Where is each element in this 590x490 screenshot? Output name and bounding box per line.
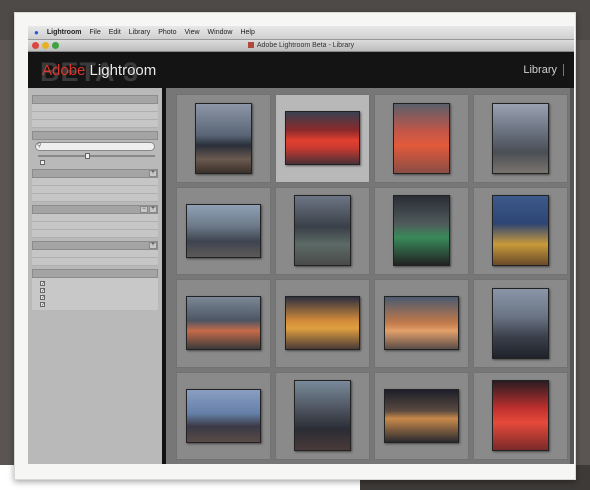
photo-thumbnail[interactable] — [384, 388, 459, 443]
menu-view[interactable]: View — [185, 29, 200, 36]
add-icon[interactable]: + — [149, 170, 157, 177]
filter-checkbox[interactable]: ✓ — [40, 281, 45, 287]
grid-cell[interactable] — [275, 279, 370, 368]
window-title-text: Adobe Lightroom Beta - Library — [256, 42, 355, 49]
photo-thumbnail[interactable] — [392, 102, 451, 174]
panel-header-search[interactable] — [32, 131, 158, 140]
menu-window[interactable]: Window — [208, 29, 233, 36]
grid-cell[interactable] — [176, 186, 271, 275]
photo-thumbnail[interactable] — [384, 296, 459, 351]
filter-option: ✓ — [32, 287, 158, 294]
library-row[interactable] — [32, 120, 158, 128]
photo-thumbnail[interactable] — [293, 380, 352, 452]
lightroom-identity-bar: BETA 3 Adobe Lightroom Library — [28, 52, 574, 88]
filter-checkbox[interactable]: ✓ — [40, 302, 45, 308]
filter-checkbox[interactable]: ✓ — [40, 288, 45, 294]
add-icon[interactable]: + — [149, 206, 157, 213]
remove-icon[interactable]: − — [140, 206, 148, 213]
filter-option: ✓ — [32, 294, 158, 301]
grid-cell[interactable] — [176, 371, 271, 460]
brand-prefix: Adobe — [42, 61, 86, 79]
collection-row[interactable] — [32, 230, 158, 238]
menu-photo[interactable]: Photo — [158, 29, 176, 36]
collection-row[interactable] — [32, 214, 158, 222]
shoot-row[interactable] — [32, 194, 158, 202]
apple-menu-icon[interactable]: ● — [34, 28, 39, 37]
rating-slider[interactable] — [38, 153, 155, 159]
grid-cell[interactable] — [473, 371, 568, 460]
thumbnail-grid — [166, 88, 574, 464]
filter-option: ✓ — [32, 280, 158, 287]
menu-library[interactable]: Library — [129, 29, 150, 36]
main-content: ⚲ + − + + ✓ ✓ ✓ ✓ — [28, 88, 574, 464]
shoot-row[interactable] — [32, 178, 158, 186]
photo-thumbnail[interactable] — [491, 195, 550, 267]
keyword-row[interactable] — [32, 258, 158, 266]
panel-header-keywords[interactable]: + — [32, 241, 158, 250]
search-input[interactable]: ⚲ — [35, 142, 155, 151]
photo-thumbnail[interactable] — [285, 296, 360, 351]
search-icon: ⚲ — [37, 143, 42, 149]
grid-cell-selected[interactable] — [275, 94, 370, 183]
module-separator — [563, 64, 564, 76]
photo-thumbnail[interactable] — [293, 195, 352, 267]
window-titlebar: Adobe Lightroom Beta - Library — [28, 40, 574, 52]
photo-thumbnail[interactable] — [186, 296, 261, 351]
grid-cell[interactable] — [275, 186, 370, 275]
grid-cell[interactable] — [473, 186, 568, 275]
document-icon — [247, 42, 254, 49]
lightroom-logo: BETA 3 Adobe Lightroom — [36, 55, 156, 87]
photo-thumbnail[interactable] — [186, 203, 261, 258]
module-library-link[interactable]: Library — [523, 64, 557, 76]
menu-app-name[interactable]: Lightroom — [47, 29, 82, 36]
photo-thumbnail[interactable] — [491, 287, 550, 359]
photo-thumbnail[interactable] — [491, 380, 550, 452]
grid-cell[interactable] — [374, 371, 469, 460]
panel-header-filter[interactable] — [32, 269, 158, 278]
panel-controls: + — [149, 170, 157, 177]
rating-checkbox-row — [32, 159, 158, 166]
filter-option: ✓ — [32, 301, 158, 308]
grid-cell[interactable] — [275, 371, 370, 460]
library-row[interactable] — [32, 104, 158, 112]
photo-thumbnail[interactable] — [186, 388, 261, 443]
menu-edit[interactable]: Edit — [109, 29, 121, 36]
module-picker: Library — [523, 64, 564, 76]
grid-cell[interactable] — [473, 94, 568, 183]
menu-help[interactable]: Help — [240, 29, 254, 36]
filter-options: ✓ ✓ ✓ ✓ — [32, 278, 158, 310]
panel-controls: − + — [140, 206, 157, 213]
photo-thumbnail[interactable] — [491, 102, 550, 174]
rating-checkbox[interactable] — [40, 160, 45, 165]
left-panel: ⚲ + − + + ✓ ✓ ✓ ✓ — [28, 88, 166, 464]
grid-cell[interactable] — [374, 279, 469, 368]
grid-scrollbar[interactable] — [570, 88, 574, 464]
grid-cell[interactable] — [176, 94, 271, 183]
library-row[interactable] — [32, 112, 158, 120]
grid-cell[interactable] — [176, 279, 271, 368]
rating-slider-knob[interactable] — [84, 153, 90, 159]
collection-row[interactable] — [32, 222, 158, 230]
panel-header-collections[interactable]: − + — [32, 205, 158, 214]
panel-header-library[interactable] — [32, 95, 158, 104]
add-icon[interactable]: + — [149, 242, 157, 249]
photo-thumbnail[interactable] — [194, 102, 253, 174]
keyword-row[interactable] — [32, 250, 158, 258]
panel-header-browse-by-shoot[interactable]: + — [32, 169, 158, 178]
mac-menubar: ● Lightroom File Edit Library Photo View… — [28, 26, 574, 40]
grid-cell[interactable] — [473, 279, 568, 368]
filter-checkbox[interactable]: ✓ — [40, 295, 45, 301]
grid-cell[interactable] — [374, 186, 469, 275]
lightroom-window: ● Lightroom File Edit Library Photo View… — [28, 26, 574, 464]
photo-thumbnail[interactable] — [285, 111, 360, 166]
menu-file[interactable]: File — [89, 29, 100, 36]
grid-cell[interactable] — [374, 94, 469, 183]
brand-name: Adobe Lightroom — [36, 62, 156, 79]
window-title: Adobe Lightroom Beta - Library — [28, 42, 574, 49]
shoot-row[interactable] — [32, 186, 158, 194]
brand-product: Lightroom — [89, 61, 157, 79]
photo-thumbnail[interactable] — [392, 195, 451, 267]
panel-controls: + — [149, 242, 157, 249]
